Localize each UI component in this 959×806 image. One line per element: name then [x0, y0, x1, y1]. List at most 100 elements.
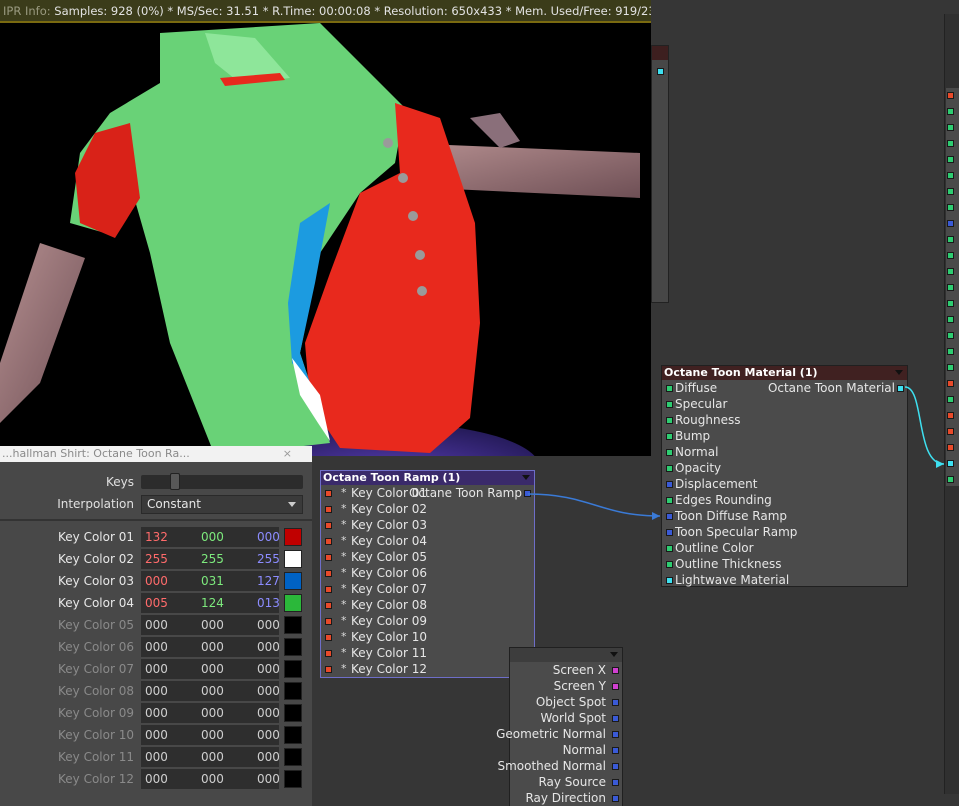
input-port[interactable] [325, 490, 332, 497]
color-swatch[interactable] [284, 748, 302, 766]
panel-title-bar[interactable]: ...hallman Shirt: Octane Toon Ra... × [0, 446, 312, 462]
right-node-port[interactable] [947, 268, 954, 275]
toon-ramp-node-title[interactable]: Octane Toon Ramp (1) [321, 471, 534, 485]
toon-ramp-input-row[interactable]: * Key Color 01 Octane Toon Ramp [321, 485, 534, 501]
right-node-port[interactable] [947, 108, 954, 115]
input-port[interactable] [666, 401, 673, 408]
red-value[interactable]: 255 [145, 549, 168, 569]
green-value[interactable]: 255 [201, 549, 224, 569]
red-value[interactable]: 000 [145, 615, 168, 635]
output-port[interactable] [612, 699, 619, 706]
toon-material-input-row[interactable]: Toon Diffuse Ramp [662, 508, 907, 524]
color-swatch[interactable] [284, 660, 302, 678]
input-port[interactable] [325, 666, 332, 673]
toon-material-node-title[interactable]: Octane Toon Material (1) [662, 366, 907, 380]
toon-ramp-input-row[interactable]: * Key Color 03 [321, 517, 534, 533]
toon-ramp-input-row[interactable]: * Key Color 04 [321, 533, 534, 549]
ipr-render-viewport[interactable] [0, 23, 651, 456]
input-port[interactable] [666, 529, 673, 536]
animate-star-icon[interactable]: * [341, 629, 347, 645]
color-swatch[interactable] [284, 704, 302, 722]
right-node-port[interactable] [947, 220, 954, 227]
key-color-row[interactable]: Key Color 08 000 000 000 [0, 680, 312, 702]
blue-value[interactable]: 127 [257, 571, 280, 591]
input-node-title[interactable] [510, 648, 622, 662]
blue-value[interactable]: 000 [257, 747, 280, 767]
output-port[interactable] [612, 683, 619, 690]
input-port[interactable] [325, 554, 332, 561]
input-node-output-row[interactable]: Ray Direction [510, 790, 622, 806]
toon-ramp-input-row[interactable]: * Key Color 07 [321, 581, 534, 597]
input-port[interactable] [325, 586, 332, 593]
input-node-output-row[interactable]: World Spot [510, 710, 622, 726]
key-color-rgb-field[interactable]: 000 000 000 [141, 725, 280, 745]
color-swatch[interactable] [284, 594, 302, 612]
toon-ramp-input-row[interactable]: * Key Color 05 [321, 549, 534, 565]
color-swatch[interactable] [284, 616, 302, 634]
color-swatch[interactable] [284, 638, 302, 656]
input-port[interactable] [666, 577, 673, 584]
input-port[interactable] [325, 570, 332, 577]
right-node-port[interactable] [947, 204, 954, 211]
right-node-port[interactable] [947, 140, 954, 147]
blue-value[interactable]: 000 [257, 659, 280, 679]
interpolation-select[interactable]: Constant [141, 495, 303, 514]
toon-ramp-input-row[interactable]: * Key Color 02 [321, 501, 534, 517]
animate-star-icon[interactable]: * [341, 565, 347, 581]
right-node-ports[interactable] [946, 88, 959, 486]
green-value[interactable]: 000 [201, 637, 224, 657]
red-value[interactable]: 000 [145, 747, 168, 767]
key-color-row[interactable]: Key Color 05 000 000 000 [0, 614, 312, 636]
output-port[interactable] [612, 779, 619, 786]
green-value[interactable]: 000 [201, 659, 224, 679]
color-swatch[interactable] [284, 726, 302, 744]
right-node-port[interactable] [947, 236, 954, 243]
color-swatch[interactable] [284, 550, 302, 568]
blue-value[interactable]: 000 [257, 769, 280, 789]
input-port[interactable] [325, 602, 332, 609]
octane-toon-material-node[interactable]: Octane Toon Material (1) Diffuse Octane T… [661, 365, 908, 587]
right-node-port[interactable] [947, 172, 954, 179]
input-port[interactable] [325, 506, 332, 513]
color-swatch[interactable] [284, 682, 302, 700]
right-node-port[interactable] [947, 316, 954, 323]
red-value[interactable]: 000 [145, 703, 168, 723]
blue-value[interactable]: 013 [257, 593, 280, 613]
input-node-output-row[interactable]: Screen Y [510, 678, 622, 694]
green-value[interactable]: 000 [201, 747, 224, 767]
key-color-row[interactable]: Key Color 12 000 000 000 [0, 768, 312, 790]
animate-star-icon[interactable]: * [341, 597, 347, 613]
right-node-port[interactable] [947, 188, 954, 195]
right-node-port[interactable] [947, 156, 954, 163]
animate-star-icon[interactable]: * [341, 533, 347, 549]
key-color-rgb-field[interactable]: 005 124 013 [141, 593, 280, 613]
toon-material-input-row[interactable]: Roughness [662, 412, 907, 428]
red-value[interactable]: 132 [145, 527, 168, 547]
blue-value[interactable]: 000 [257, 637, 280, 657]
red-value[interactable]: 005 [145, 593, 168, 613]
color-swatch[interactable] [284, 528, 302, 546]
close-icon[interactable]: × [283, 446, 292, 461]
output-port[interactable] [612, 715, 619, 722]
green-value[interactable]: 000 [201, 725, 224, 745]
blue-value[interactable]: 000 [257, 703, 280, 723]
animate-star-icon[interactable]: * [341, 661, 347, 677]
green-value[interactable]: 000 [201, 681, 224, 701]
input-port[interactable] [666, 465, 673, 472]
toon-material-input-row[interactable]: Bump [662, 428, 907, 444]
red-value[interactable]: 000 [145, 659, 168, 679]
chevron-down-icon[interactable] [522, 475, 530, 480]
toon-material-input-row[interactable]: Displacement [662, 476, 907, 492]
output-port[interactable] [897, 385, 904, 392]
input-port[interactable] [666, 449, 673, 456]
input-port[interactable] [666, 561, 673, 568]
key-color-row[interactable]: Key Color 01 132 000 000 [0, 526, 312, 548]
animate-star-icon[interactable]: * [341, 645, 347, 661]
input-node-output-row[interactable]: Smoothed Normal [497, 758, 622, 774]
right-node-port[interactable] [947, 412, 954, 419]
color-swatch[interactable] [284, 770, 302, 788]
right-node-port[interactable] [947, 348, 954, 355]
input-port[interactable] [325, 650, 332, 657]
blue-value[interactable]: 000 [257, 615, 280, 635]
right-node-port[interactable] [947, 364, 954, 371]
